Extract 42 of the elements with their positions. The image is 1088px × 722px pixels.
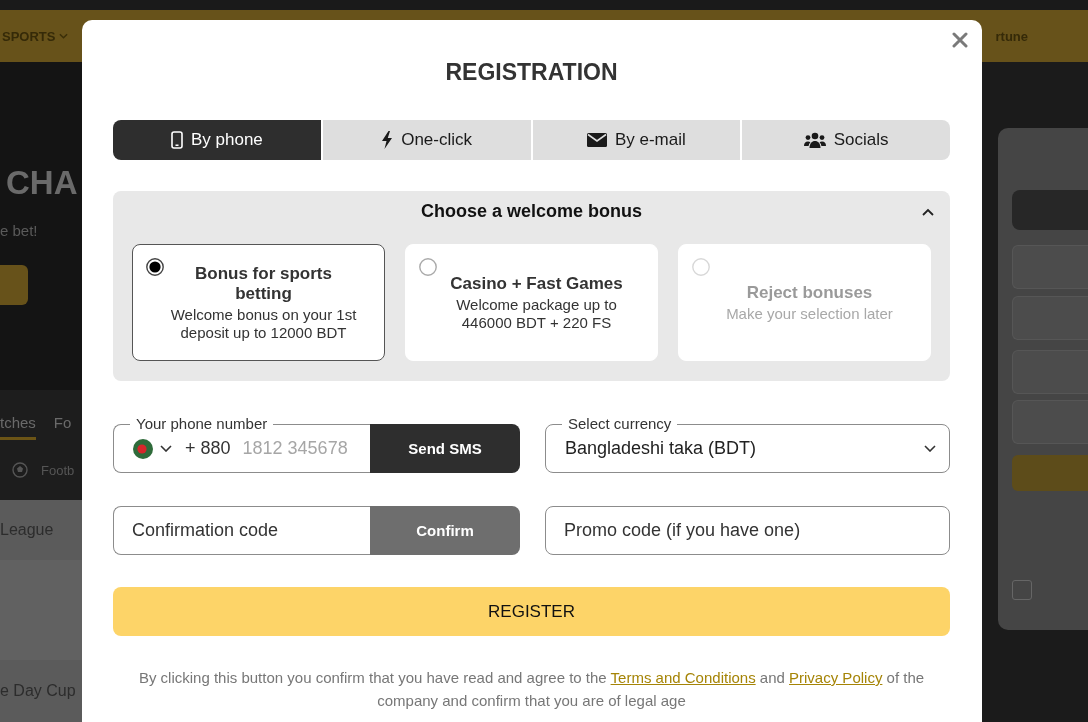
tab[interactable]: Socials	[742, 120, 950, 160]
option-title: Bonus for sports betting	[194, 263, 333, 304]
send-sms-button[interactable]: Send SMS	[370, 424, 520, 473]
tab[interactable]: One-click	[322, 120, 531, 160]
option-description: Make your selection later	[726, 304, 893, 323]
caret-icon	[59, 33, 69, 39]
phone-icon	[170, 131, 183, 149]
bonus-option[interactable]: Bonus for sports betting Welcome bonus on your 1st deposit up to 12000 BDT	[132, 244, 385, 361]
field-label: Select currency	[562, 415, 678, 432]
option-title: Casino + Fast Games	[450, 273, 623, 294]
ball-icon	[12, 462, 28, 478]
tab[interactable]: By e-mail	[532, 120, 741, 160]
chevron-icon[interactable]	[922, 207, 934, 216]
promo-code-input[interactable]: Promo code (if you have one)	[545, 506, 950, 555]
section-title: Choose a welcome bonus	[420, 201, 642, 222]
dialog-title: REGISTRATION	[444, 58, 619, 86]
checkbox-icon	[1012, 580, 1032, 600]
confirmation-code-input[interactable]: Confirmation code	[113, 506, 370, 555]
legal-link[interactable]: Terms and Conditions	[610, 669, 756, 686]
option-title: Reject bonuses	[746, 282, 873, 303]
bonus-option[interactable]: Casino + Fast Games Welcome package up to 446000 BDT + 220 FS	[405, 244, 658, 361]
country-select[interactable]	[133, 438, 172, 459]
phone-input[interactable]: 1812 345678	[242, 438, 370, 459]
tab[interactable]: By phone	[113, 120, 321, 160]
tab[interactable]: tches	[0, 414, 36, 440]
users-icon	[803, 132, 826, 148]
flag-icon	[133, 438, 153, 459]
option-description: Welcome bonus on your 1st deposit up to 12000 BDT	[169, 305, 358, 342]
lightning-icon	[381, 131, 394, 149]
option-description: Welcome package up to 446000 BDT + 220 FS	[455, 295, 618, 332]
caret-icon	[160, 445, 172, 452]
register-button[interactable]: REGISTER	[113, 587, 950, 636]
hero-subtitle: e bet!	[0, 221, 38, 241]
field-label: Your phone number	[130, 415, 274, 432]
envelope-icon	[586, 133, 607, 147]
dial-code: + 880	[185, 438, 231, 459]
close-icon[interactable]	[952, 32, 968, 48]
legal-notice: By clicking this button you confirm that you have read and agree to the Terms and Conditions and Privacy Policy of the company and confirm that you are of legal age	[137, 668, 926, 711]
hero-title: CHA	[5, 163, 78, 203]
tab[interactable]: Fo	[53, 414, 72, 440]
legal-link[interactable]: Privacy Policy	[789, 669, 883, 686]
caret-icon	[924, 445, 936, 452]
